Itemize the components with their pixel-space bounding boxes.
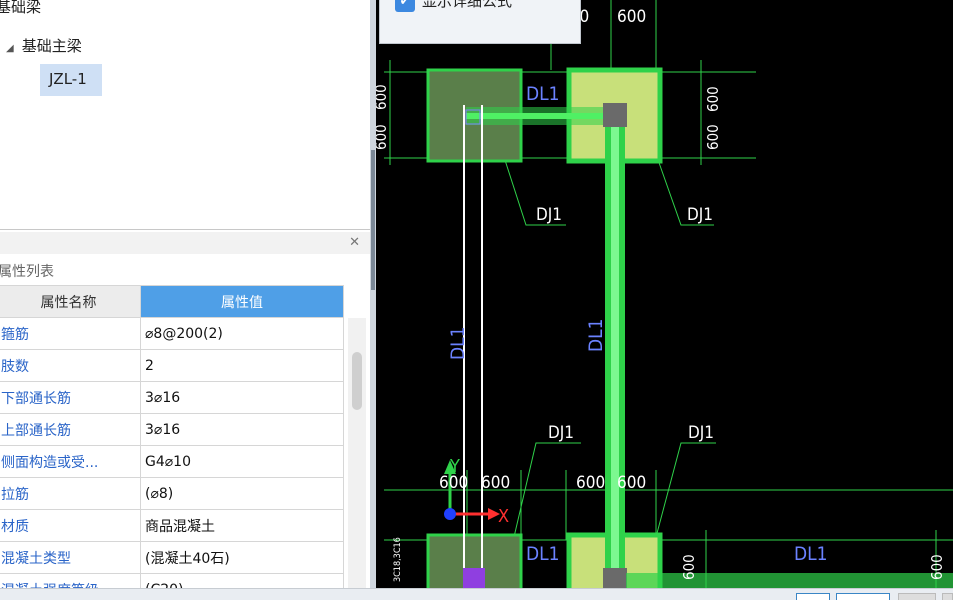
show-formula-checkbox[interactable]: ✔ xyxy=(395,0,415,12)
dim-text: 600 xyxy=(680,554,698,580)
property-name: 拉筋 xyxy=(0,477,141,510)
dim-text: 600 xyxy=(704,124,722,150)
panel-splitter[interactable] xyxy=(0,229,370,230)
property-value[interactable]: G4⌀10 xyxy=(140,445,344,478)
property-value[interactable]: 2 xyxy=(140,349,344,382)
property-name: 肢数 xyxy=(0,349,141,382)
collapse-arrow-icon[interactable]: ◢ xyxy=(6,43,14,54)
pad-label: DJ1 xyxy=(548,423,574,443)
dim-text: 600 xyxy=(376,124,390,150)
property-table-header: 属性名称 属性值 xyxy=(0,285,344,318)
divider-grip[interactable] xyxy=(371,150,375,290)
beam-label: DL1 xyxy=(526,543,560,565)
table-row[interactable]: 箍筋 ⌀8@200(2) xyxy=(0,317,344,350)
property-panel-header: ✕ xyxy=(0,232,370,254)
table-row[interactable]: 肢数 2 xyxy=(0,349,344,382)
table-row[interactable]: 上部通长筋 3⌀16 xyxy=(0,413,344,446)
axis-label-x: X xyxy=(498,506,509,527)
dim-text: 600 xyxy=(376,84,390,110)
status-button[interactable] xyxy=(942,593,953,600)
property-name: 下部通长筋 xyxy=(0,381,141,414)
dim-text: 600 xyxy=(617,473,646,493)
status-bar xyxy=(0,588,953,600)
property-name: 侧面构造或受... xyxy=(0,445,141,478)
beam-label: DL1 xyxy=(794,543,828,565)
dim-text: 600 xyxy=(617,7,646,27)
rebar-annotation: 3C18,3C16 xyxy=(393,537,403,582)
tree-group-label: 基础主梁 xyxy=(21,37,82,55)
table-row[interactable]: 侧面构造或受... G4⌀10 xyxy=(0,445,344,478)
tree-item-jzl-1[interactable]: JZL-1 xyxy=(49,70,87,88)
tree-item-label: JZL-1 xyxy=(49,70,87,88)
dim-text: 600 xyxy=(576,473,605,493)
property-name: 混凝土类型 xyxy=(0,541,141,574)
app-window: 基础梁 ◢ 基础主梁 JZL-1 ✕ 属性列表 属性名称 属性值 箍筋 ⌀8@200… xyxy=(0,0,953,600)
property-value-editor[interactable]: (⌀8) xyxy=(140,477,344,510)
table-row[interactable]: 下部通长筋 3⌀16 xyxy=(0,381,344,414)
status-field[interactable] xyxy=(836,593,890,600)
property-value[interactable]: ⌀8@200(2) xyxy=(140,317,344,350)
beam-label: DL1 xyxy=(526,83,560,105)
left-panel: 基础梁 ◢ 基础主梁 JZL-1 ✕ 属性列表 属性名称 属性值 箍筋 ⌀8@200… xyxy=(0,0,370,600)
table-row[interactable]: 拉筋 (⌀8) xyxy=(0,477,344,510)
cad-drawing[interactable]: 600 600 DL1 DJ1 DJ1 DJ1 DJ1 600 600 600 … xyxy=(376,0,953,588)
pad-label: DJ1 xyxy=(688,423,714,443)
property-table: 属性名称 属性值 箍筋 ⌀8@200(2) 肢数 2 下部通长筋 3⌀16 上部通长筋… xyxy=(0,285,344,600)
property-value[interactable]: (混凝土40石) xyxy=(140,541,344,574)
beam-label-vertical: DL1 xyxy=(585,318,607,352)
tree-root-label: 基础梁 xyxy=(0,0,42,16)
property-value[interactable]: 3⌀16 xyxy=(140,413,344,446)
property-value[interactable]: 商品混凝土 xyxy=(140,509,344,542)
property-value[interactable]: 3⌀16 xyxy=(140,381,344,414)
pad-label: DJ1 xyxy=(536,205,562,225)
vertical-scrollbar[interactable] xyxy=(348,318,366,588)
pad-label: DJ1 xyxy=(687,205,713,225)
dim-text: 600 xyxy=(928,554,946,580)
property-name: 上部通长筋 xyxy=(0,413,141,446)
show-formula-label[interactable]: 显示详细公式 xyxy=(422,0,512,11)
property-panel-title: 属性列表 xyxy=(0,264,54,280)
cad-canvas[interactable]: 600 600 DL1 DJ1 DJ1 DJ1 DJ1 600 600 600 … xyxy=(376,0,953,588)
property-name: 材质 xyxy=(0,509,141,542)
property-name: 箍筋 xyxy=(0,317,141,350)
status-field[interactable] xyxy=(796,593,830,600)
dim-text: 600 xyxy=(704,86,722,112)
table-row[interactable]: 混凝土类型 (混凝土40石) xyxy=(0,541,344,574)
axis-label-y: Y xyxy=(449,456,460,477)
table-row[interactable]: 材质 商品混凝土 xyxy=(0,509,344,542)
beam-label-vertical: DL1 xyxy=(447,326,469,360)
col-header-value[interactable]: 属性值 xyxy=(140,285,344,318)
tree-node-group[interactable]: ◢ 基础主梁 xyxy=(6,35,82,56)
dim-text: 600 xyxy=(481,473,510,493)
col-header-name[interactable]: 属性名称 xyxy=(0,285,141,318)
scrollbar-thumb[interactable] xyxy=(352,352,362,410)
close-icon[interactable]: ✕ xyxy=(349,235,360,250)
status-button[interactable] xyxy=(898,593,936,600)
tree-node-root[interactable]: 基础梁 xyxy=(0,0,41,17)
